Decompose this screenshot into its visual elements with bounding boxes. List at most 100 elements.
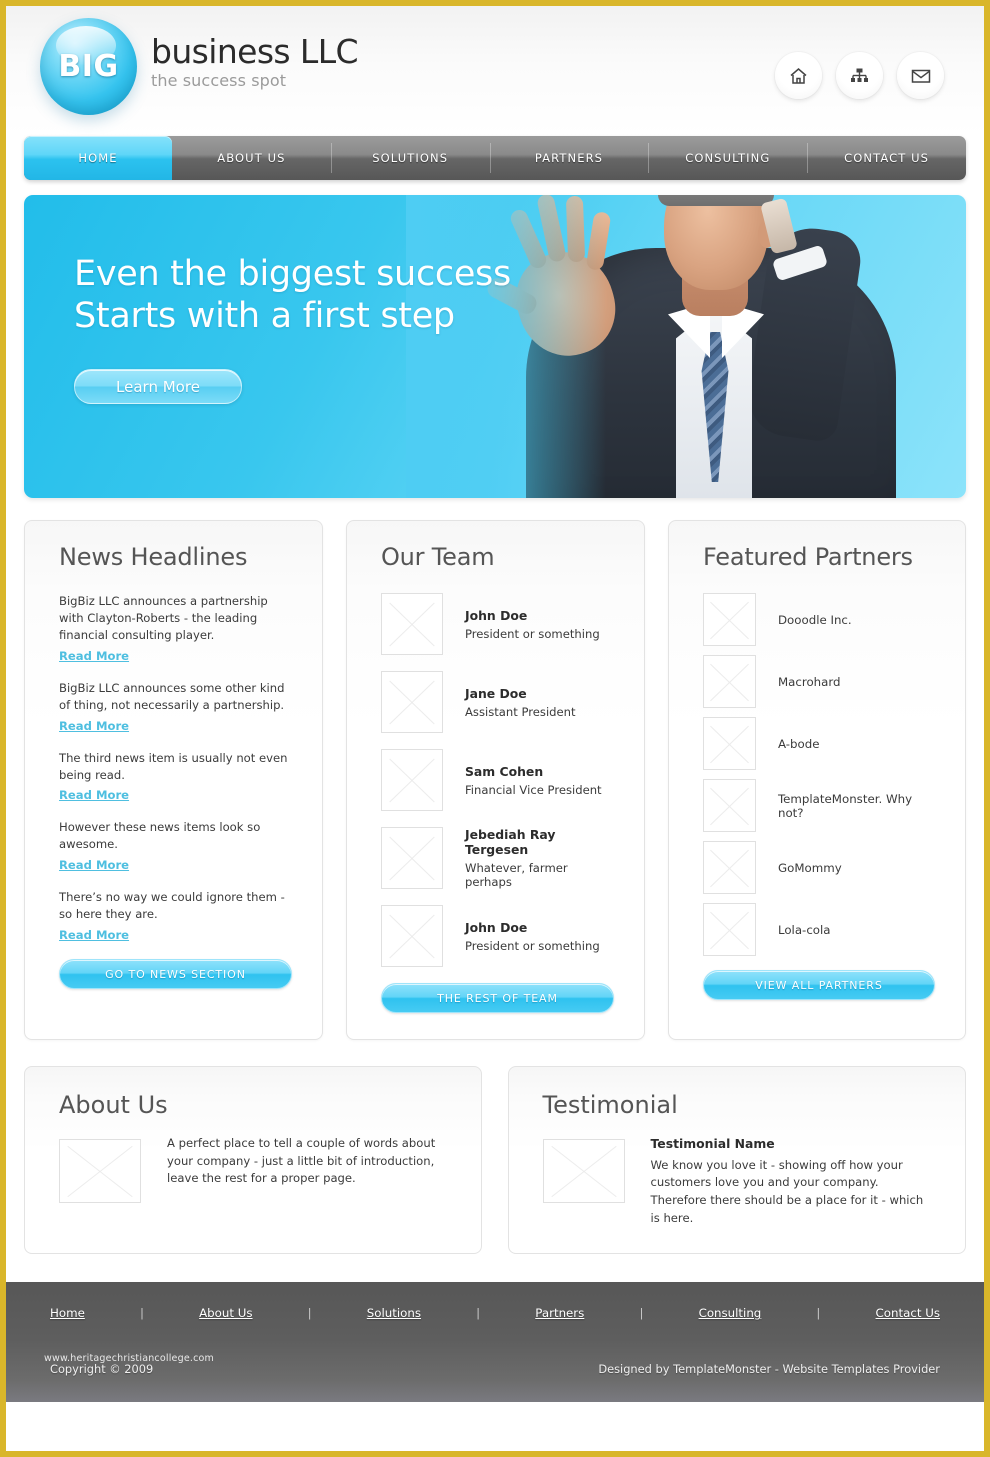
news-read-more-link[interactable]: Read More (59, 788, 129, 802)
nav-item-consulting[interactable]: CONSULTING (648, 136, 807, 180)
news-item-text: However these news items look so awesome… (59, 820, 261, 852)
the-rest-of-team-button[interactable]: THE REST OF TEAM (380, 983, 614, 1013)
news-item: There’s no way we could ignore them - so… (59, 889, 292, 943)
team-member-role: Assistant President (464, 704, 576, 719)
partner-logo-placeholder (702, 717, 756, 770)
team-member-role: Financial Vice President (464, 782, 602, 797)
site-logo[interactable]: BIG business LLC the success spot (40, 18, 359, 115)
team-member-photo-placeholder (380, 827, 443, 889)
partner-logo-placeholder (702, 593, 756, 646)
footer-link-consulting[interactable]: Consulting (699, 1306, 762, 1320)
nav-item-about-us[interactable]: ABOUT US (172, 136, 331, 180)
testimonial-text: We know you love it - showing off how yo… (650, 1157, 924, 1225)
designer-credit-text: Designed by TemplateMonster - Website Te… (598, 1362, 940, 1377)
testimonial-title: Testimonial (542, 1091, 678, 1119)
footer-navigation: Home | About Us | Solutions | Partners |… (6, 1282, 984, 1320)
hero-headline-line1: Even the biggest success (74, 254, 511, 294)
news-read-more-link[interactable]: Read More (59, 719, 129, 733)
logo-wordmark: business LLC the success spot (151, 35, 359, 97)
team-member-role: President or something (464, 938, 600, 953)
news-read-more-link[interactable]: Read More (59, 649, 129, 663)
footer-link-about-us[interactable]: About Us (199, 1306, 252, 1320)
nav-item-partners[interactable]: PARTNERS (489, 136, 649, 180)
go-to-news-section-button[interactable]: GO TO NEWS SECTION (59, 959, 292, 990)
partner-row: Macrohard (702, 655, 935, 708)
site-header: BIG business LLC the success spot (6, 6, 984, 136)
team-member-photo-placeholder (380, 749, 443, 811)
content-columns: News Headlines BigBiz LLC announces a pa… (24, 520, 966, 1040)
featured-partners-title: Featured Partners (702, 543, 913, 571)
partner-logo-placeholder (702, 655, 756, 708)
partner-row: Dooodle Inc. (702, 593, 935, 646)
featured-partners-card: Featured Partners Dooodle Inc. Macrohard… (667, 520, 966, 1040)
news-item-text: There’s no way we could ignore them - so… (59, 890, 285, 922)
footer-separator: | (639, 1306, 644, 1321)
nav-item-home[interactable]: HOME (24, 136, 172, 180)
team-member-role: Whatever, farmer perhaps (464, 861, 568, 889)
footer-bottom-bar: Copyright © 2009 Designed by TemplateMon… (6, 1362, 984, 1376)
team-member-photo-placeholder (380, 593, 443, 655)
nav-label: SOLUTIONS (372, 151, 449, 165)
partner-name: GoMommy (777, 860, 842, 875)
news-item: BigBiz LLC announces a partnership with … (59, 593, 292, 664)
partner-name: A-bode (777, 736, 820, 751)
news-read-more-link[interactable]: Read More (59, 928, 129, 942)
nav-label: HOME (78, 151, 118, 165)
footer-link-partners[interactable]: Partners (535, 1306, 584, 1320)
partner-row: Lola-cola (702, 903, 935, 956)
team-member-role: President or something (464, 626, 600, 641)
nav-label: CONTACT US (844, 151, 930, 165)
nav-label: PARTNERS (534, 151, 604, 165)
news-item: However these news items look so awesome… (59, 819, 292, 873)
header-icon-group (775, 52, 944, 99)
about-us-title: About Us (59, 1091, 168, 1119)
learn-more-button[interactable]: Learn More (74, 369, 242, 404)
our-team-card: Our Team John Doe President or something… (345, 520, 645, 1040)
sitemap-icon[interactable] (836, 52, 883, 99)
testimonial-image-placeholder (542, 1139, 625, 1203)
hero-copy: Even the biggest success Starts with a f… (74, 253, 511, 404)
news-headlines-title: News Headlines (59, 543, 248, 571)
partner-row: GoMommy (702, 841, 935, 894)
partner-logo-placeholder (702, 779, 756, 832)
logo-orb-icon: BIG (40, 18, 137, 115)
nav-item-contact-us[interactable]: CONTACT US (807, 136, 966, 180)
hero-headline-line2: Starts with a first step (74, 296, 455, 336)
partner-logo-placeholder (702, 903, 756, 956)
view-all-partners-button[interactable]: VIEW ALL PARTNERS (702, 970, 935, 1000)
logo-orb-text: BIG (58, 48, 119, 84)
logo-tagline: the success spot (151, 70, 287, 90)
our-team-title: Our Team (380, 543, 495, 571)
news-item: The third news item is usually not even … (59, 750, 292, 804)
footer-link-contact-us[interactable]: Contact Us (876, 1306, 940, 1320)
news-item: BigBiz LLC announces some other kind of … (59, 680, 292, 734)
nav-item-solutions[interactable]: SOLUTIONS (330, 136, 490, 180)
partner-name: Dooodle Inc. (777, 612, 852, 627)
lower-panels: About Us A perfect place to tell a coupl… (24, 1066, 966, 1255)
footer-link-solutions[interactable]: Solutions (367, 1306, 421, 1320)
partner-name: TemplateMonster. Why not? (777, 791, 913, 820)
team-member-row: John Doe President or something (380, 905, 614, 967)
partner-name: Lola-cola (777, 922, 831, 937)
mail-icon[interactable] (897, 52, 944, 99)
team-member-name: Jebediah Ray Tergesen (464, 827, 556, 857)
team-member-row: Jebediah Ray Tergesen Whatever, farmer p… (380, 827, 614, 889)
main-navigation: HOME ABOUT US SOLUTIONS PARTNERS CONSULT… (24, 136, 966, 180)
team-member-row: Sam Cohen Financial Vice President (380, 749, 614, 811)
team-member-name: Sam Cohen (464, 763, 544, 779)
news-headlines-card: News Headlines BigBiz LLC announces a pa… (24, 520, 323, 1040)
nav-label: CONSULTING (685, 151, 771, 165)
about-us-panel: About Us A perfect place to tell a coupl… (24, 1066, 482, 1255)
news-read-more-link[interactable]: Read More (59, 858, 129, 872)
news-item-text: BigBiz LLC announces a partnership with … (59, 594, 268, 642)
team-member-photo-placeholder (380, 671, 443, 733)
team-member-photo-placeholder (380, 905, 443, 967)
team-member-name: Jane Doe (464, 685, 527, 701)
partner-name: Macrohard (777, 674, 841, 689)
partner-row: A-bode (702, 717, 935, 770)
footer-link-home[interactable]: Home (50, 1306, 85, 1320)
footer-separator: | (139, 1306, 144, 1321)
copyright-text: Copyright © 2009 (50, 1362, 154, 1377)
home-icon[interactable] (775, 52, 822, 99)
team-member-row: John Doe President or something (380, 593, 614, 655)
